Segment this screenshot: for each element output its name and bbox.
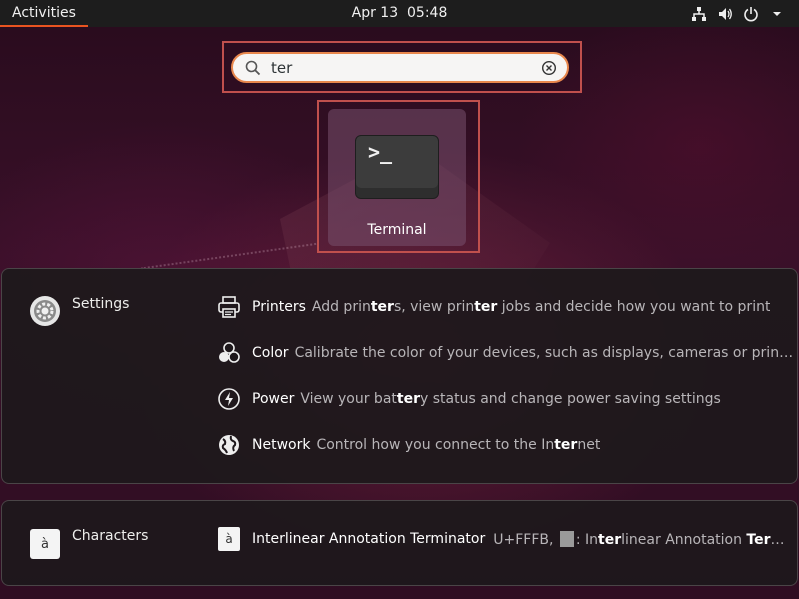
characters-results-panel: à Characters à Interlinear Annotation Te… <box>1 500 798 586</box>
color-icon <box>216 340 242 366</box>
unicode-swatch-icon <box>559 530 574 547</box>
settings-result-printers[interactable]: Printers Add printers, view printer jobs… <box>216 293 796 321</box>
characters-app-icon[interactable]: à <box>30 529 60 559</box>
clear-icon[interactable] <box>541 60 557 80</box>
volume-icon <box>717 6 733 22</box>
result-description: Control how you connect to the Internet <box>316 437 601 453</box>
terminal-icon: >_ <box>355 135 439 199</box>
character-glyph-icon: à <box>218 527 240 551</box>
settings-result-network[interactable]: Network Control how you connect to the I… <box>216 431 796 459</box>
provider-name-characters: Characters <box>72 528 149 544</box>
settings-results-panel: Settings Printers Add printers, view pri… <box>1 268 798 484</box>
time-label: 05:48 <box>407 5 448 21</box>
top-bar: Activities Apr 13 05:48 <box>0 0 799 27</box>
system-tray[interactable] <box>691 0 785 27</box>
result-title: Interlinear Annotation Terminator <box>252 531 486 547</box>
result-description: Add printers, view printer jobs and deci… <box>311 299 771 315</box>
terminal-prompt: >_ <box>368 140 393 164</box>
globe-icon <box>216 432 242 458</box>
result-description: View your battery status and change powe… <box>300 391 721 407</box>
result-title: Printers <box>252 299 306 315</box>
search-icon <box>245 60 261 80</box>
app-result-label: Terminal <box>367 222 427 238</box>
activities-button[interactable]: Activities <box>0 0 88 27</box>
provider-name-settings: Settings <box>72 296 130 312</box>
date-label: Apr 13 <box>351 5 399 21</box>
search-input[interactable] <box>271 57 531 79</box>
characters-result-item[interactable]: à Interlinear Annotation Terminator U+FF… <box>216 525 796 553</box>
settings-result-power[interactable]: Power View your battery status and chang… <box>216 385 796 413</box>
settings-gear-icon[interactable] <box>30 296 60 326</box>
power-bolt-icon <box>216 386 242 412</box>
network-wired-icon <box>691 6 707 22</box>
chevron-down-icon <box>769 6 785 22</box>
power-icon <box>743 6 759 22</box>
characters-glyph: à <box>41 536 49 552</box>
result-title: Power <box>252 391 295 407</box>
settings-result-color[interactable]: Color Calibrate the color of your device… <box>216 339 796 367</box>
result-title: Color <box>252 345 289 361</box>
printer-icon <box>216 294 242 320</box>
result-description: U+FFFB, : Interlinear Annotation Term… <box>493 530 796 548</box>
clock[interactable]: Apr 13 05:48 <box>0 5 799 21</box>
result-title: Network <box>252 437 311 453</box>
result-description: Calibrate the color of your devices, suc… <box>294 345 796 361</box>
search-entry[interactable] <box>231 52 569 83</box>
